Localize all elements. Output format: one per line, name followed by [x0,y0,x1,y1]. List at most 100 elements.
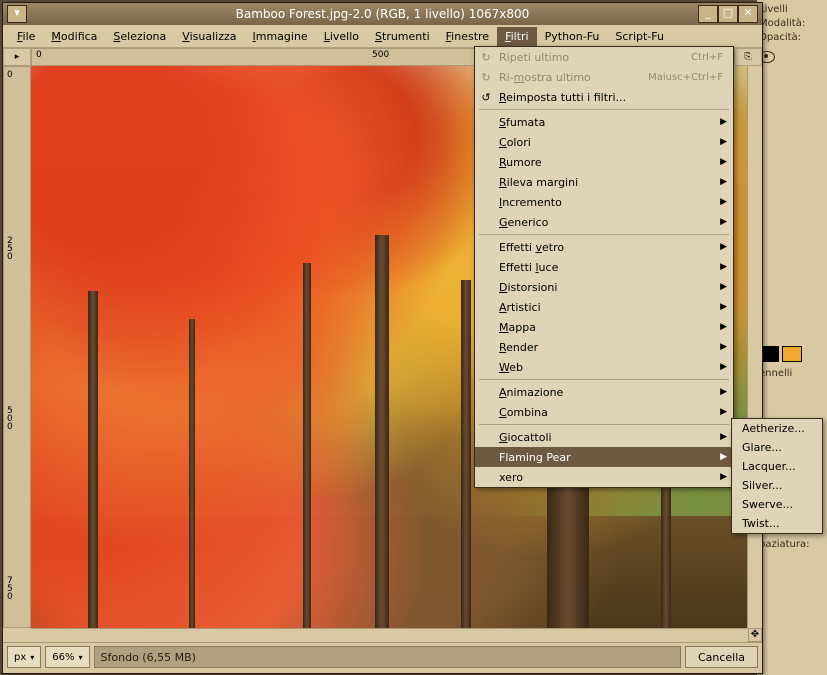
submenu-arrow-icon: ▶ [720,407,727,417]
filter-item-effetti-luce[interactable]: Effetti luce▶ [475,257,733,277]
submenu-item-silver-[interactable]: Silver... [732,476,822,495]
menu-item-label: Combina [499,406,548,419]
window-menu-button[interactable]: ▾ [7,5,27,23]
submenu-item-glare-[interactable]: Glare... [732,438,822,457]
submenu-arrow-icon: ▶ [720,322,727,332]
menu-seleziona[interactable]: Seleziona [105,27,174,46]
menu-immagine[interactable]: Immagine [244,27,315,46]
menu-item-label: Incremento [499,196,562,209]
menu-file[interactable]: File [9,27,43,46]
ruler-v-mark-500: 500 [7,407,13,431]
menu-finestre[interactable]: Finestre [438,27,497,46]
statusbar: px▾ 66%▾ Sfondo (6,55 MB) Cancella [3,642,762,671]
menu-item-label: Ripeti ultimo [499,51,569,64]
shortcut-label: Ctrl+F [691,52,723,63]
menu-item-label: Web [499,361,523,374]
dock-title-livelli: Livelli [759,4,825,15]
chevron-down-icon: ▾ [30,653,34,662]
ruler-origin-toggle[interactable]: ▸ [3,48,31,66]
window-title: Bamboo Forest.jpg-2.0 (RGB, 1 livello) 1… [236,7,530,21]
scrollbar-vertical[interactable] [747,66,762,628]
menu-item-label: Artistici [499,301,541,314]
dock-label-opacita: Opacità: [759,32,825,43]
filter-item-effetti-vetro[interactable]: Effetti vetro▶ [475,237,733,257]
filter-item-rumore[interactable]: Rumore ▶ [475,152,733,172]
filter-item-generico[interactable]: Generico▶ [475,212,733,232]
menu-item-label: Rumore [499,156,542,169]
menu-item-label: Render [499,341,538,354]
menu-item-label: Mappa [499,321,536,334]
zoom-selector[interactable]: 66%▾ [45,646,89,668]
maximize-button[interactable]: □ [718,5,738,23]
navigation-button[interactable]: ✥ [748,628,762,642]
ruler-vertical[interactable]: 0 250 500 750 [3,66,31,628]
dock-label-pennelli: ennelli [759,368,825,379]
scrollbar-horizontal[interactable] [31,628,748,642]
quick-mask-toggle[interactable]: ⎘ [734,48,762,66]
menu-item-label: Flaming Pear [499,451,571,464]
submenu-item-twist-[interactable]: Twist... [732,514,822,533]
flaming-pear-submenu: Aetherize...Glare...Lacquer...Silver...S… [731,418,823,534]
menu-filtri[interactable]: Filtri [497,27,537,46]
layers-dock: Livelli Modalità: Opacità: ennelli pazia… [757,0,827,675]
unit-selector[interactable]: px▾ [7,646,41,668]
ruler-v-mark-750: 750 [7,577,13,601]
submenu-arrow-icon: ▶ [720,137,727,147]
filter-item-sfumata[interactable]: Sfumata▶ [475,112,733,132]
menu-modifica[interactable]: Modifica [43,27,105,46]
filter-item-distorsioni[interactable]: Distorsioni ▶ [475,277,733,297]
reset-icon: ↻ [479,51,493,64]
menu-item-label: Distorsioni [499,281,557,294]
cancel-button[interactable]: Cancella [685,646,758,668]
titlebar[interactable]: ▾ Bamboo Forest.jpg-2.0 (RGB, 1 livello)… [3,3,762,25]
filter-item-combina[interactable]: Combina ▶ [475,402,733,422]
menu-item-label: Reimposta tutti i filtri... [499,91,626,104]
shortcut-label: Maiusc+Ctrl+F [648,72,723,83]
ruler-v-mark-250: 250 [7,237,13,261]
submenu-arrow-icon: ▶ [720,157,727,167]
submenu-item-aetherize-[interactable]: Aetherize... [732,419,822,438]
filter-item-render[interactable]: Render▶ [475,337,733,357]
close-button[interactable]: ✕ [738,5,758,23]
filter-item-flaming-pear[interactable]: Flaming Pear▶ [475,447,733,467]
reset-icon: ↻ [479,71,493,84]
dock-label-spaziatura: paziatura: [759,539,825,550]
filter-item-mappa[interactable]: Mappa ▶ [475,317,733,337]
filter-item-ri-mostra-ultimo: ↻Ri-mostra ultimoMaiusc+Ctrl+F [475,67,733,87]
menu-item-label: Giocattoli [499,431,552,444]
menu-item-label: Effetti luce [499,261,558,274]
filter-item-animazione[interactable]: Animazione ▶ [475,382,733,402]
filter-item-xero[interactable]: xero ▶ [475,467,733,487]
submenu-item-swerve-[interactable]: Swerve... [732,495,822,514]
submenu-arrow-icon: ▶ [720,197,727,207]
menu-item-label: Animazione [499,386,563,399]
menu-visualizza[interactable]: Visualizza [174,27,244,46]
menu-livello[interactable]: Livello [316,27,367,46]
filter-item-giocattoli[interactable]: Giocattoli▶ [475,427,733,447]
submenu-arrow-icon: ▶ [720,472,727,482]
submenu-arrow-icon: ▶ [720,242,727,252]
submenu-item-lacquer-[interactable]: Lacquer... [732,457,822,476]
color-swatch-orange[interactable] [782,346,802,362]
submenu-arrow-icon: ▶ [720,217,727,227]
menu-script-fu[interactable]: Script-Fu [607,27,672,46]
submenu-arrow-icon: ▶ [720,117,727,127]
filter-item-colori[interactable]: Colori ▶ [475,132,733,152]
menubar: FileModificaSelezionaVisualizzaImmagineL… [3,25,762,48]
menu-item-label: Rileva margini [499,176,578,189]
minimize-button[interactable]: _ [698,5,718,23]
ruler-v-mark-0: 0 [7,71,13,79]
submenu-arrow-icon: ▶ [720,387,727,397]
submenu-arrow-icon: ▶ [720,177,727,187]
filter-item-artistici[interactable]: Artistici▶ [475,297,733,317]
filter-item-web[interactable]: Web▶ [475,357,733,377]
submenu-arrow-icon: ▶ [720,282,727,292]
menu-item-label: Colori [499,136,531,149]
menu-item-label: xero [499,471,523,484]
menu-strumenti[interactable]: Strumenti [367,27,438,46]
filter-item-reimposta-tutti-i-filtri-[interactable]: ↺Reimposta tutti i filtri... [475,87,733,107]
filter-item-incremento[interactable]: Incremento ▶ [475,192,733,212]
filter-item-rileva-margini[interactable]: Rileva margini ▶ [475,172,733,192]
menu-python-fu[interactable]: Python-Fu [537,27,608,46]
ruler-h-mark-500: 500 [372,50,389,60]
